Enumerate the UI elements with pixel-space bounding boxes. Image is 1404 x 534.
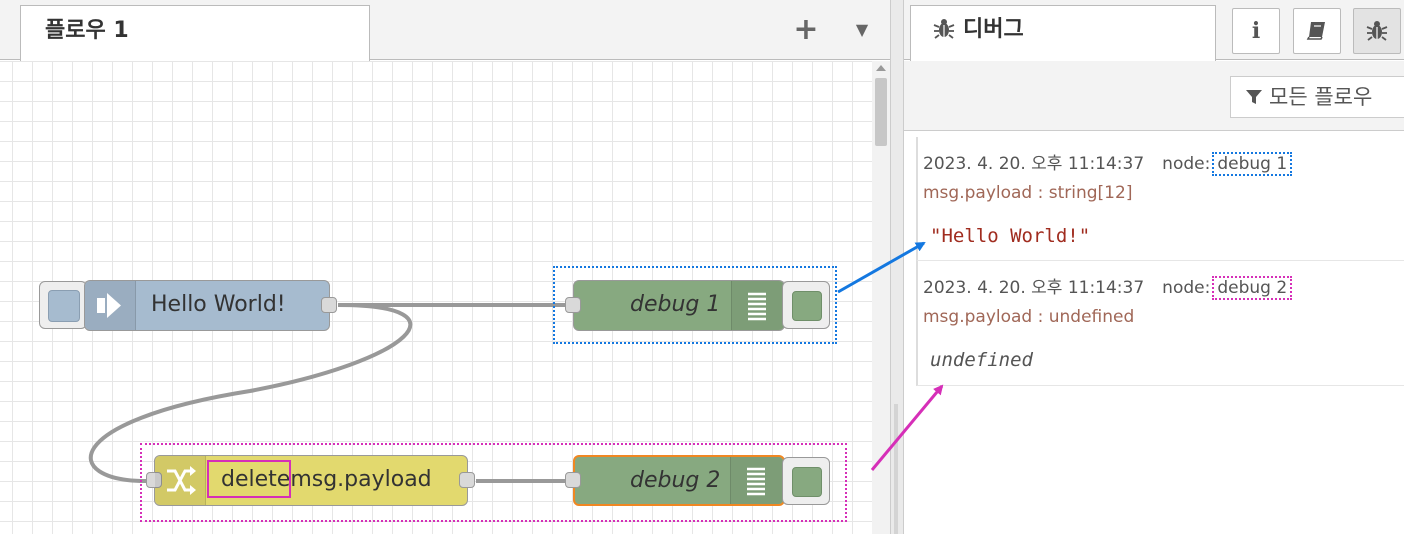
debug2-highlight-box [140, 443, 847, 522]
debug-message-list[interactable]: 2023. 4. 20. 오후 11:14:37 node: debug 1 msg… [904, 131, 1404, 534]
tab-debug[interactable]: 디버그 [910, 5, 1216, 61]
sidebar-resize-handle[interactable] [890, 0, 904, 534]
message-property: msg.payload : string[12] [923, 183, 1133, 203]
bug-icon [933, 19, 955, 39]
filter-icon [1246, 90, 1262, 104]
message-value: undefined [930, 349, 1033, 371]
workspace-tabbar: 플로우 1 + ▼ [0, 0, 890, 61]
sidebar: 디버그 i 모든 플로우 2023. 4. 20. 오후 11:14:37 no… [904, 0, 1404, 534]
debug-tab-button[interactable] [1353, 8, 1401, 54]
inject-output-port[interactable] [321, 297, 337, 313]
help-tab-button[interactable] [1293, 8, 1341, 54]
message-meta: 2023. 4. 20. 오후 11:14:37 node: debug 2 [923, 273, 1293, 300]
scroll-up-arrow-icon[interactable] [876, 65, 886, 71]
info-icon: i [1251, 18, 1261, 44]
inject-trigger-inner [48, 290, 80, 322]
arrow-right-icon [97, 293, 121, 318]
inject-trigger-button[interactable] [39, 281, 87, 329]
message-timestamp: 2023. 4. 20. 오후 11:14:37 [923, 278, 1145, 298]
message-node-label: node: [1162, 278, 1211, 298]
add-flow-button[interactable]: + [788, 12, 824, 48]
sidebar-scroll-grip[interactable] [894, 404, 898, 534]
message-node-label: node: [1162, 154, 1211, 174]
info-tab-button[interactable]: i [1232, 8, 1280, 54]
debug-message[interactable]: 2023. 4. 20. 오후 11:14:37 node: debug 2 msg… [916, 261, 1404, 386]
tab-flow-1[interactable]: 플로우 1 [20, 5, 370, 61]
workspace: 플로우 1 + ▼ Hello World! debug 1 deletemsg… [0, 0, 890, 534]
debug-toolbar: 모든 플로우 [904, 61, 1404, 131]
message-node-name[interactable]: debug 1 [1212, 152, 1293, 176]
sidebar-tabbar: 디버그 i [904, 0, 1404, 61]
debug-message[interactable]: 2023. 4. 20. 오후 11:14:37 node: debug 1 msg… [916, 137, 1404, 261]
filter-label: 모든 플로우 [1269, 85, 1373, 109]
book-icon [1306, 22, 1325, 40]
filter-all-flows-button[interactable]: 모든 플로우 [1230, 76, 1404, 118]
tab-debug-label: 디버그 [963, 17, 1024, 42]
message-property: msg.payload : undefined [923, 307, 1135, 327]
bug-icon [1366, 21, 1388, 41]
message-timestamp: 2023. 4. 20. 오후 11:14:37 [923, 154, 1145, 174]
canvas-vertical-scrollbar[interactable] [872, 61, 890, 534]
message-node-name[interactable]: debug 2 [1212, 276, 1293, 300]
flow-list-dropdown[interactable]: ▼ [844, 12, 880, 48]
tab-flow-1-label: 플로우 1 [45, 18, 129, 43]
chevron-down-icon: ▼ [855, 20, 869, 39]
message-value: "Hello World!" [930, 225, 1091, 247]
plus-icon: + [793, 12, 819, 47]
debug1-highlight-box [553, 266, 837, 344]
inject-node[interactable]: Hello World! [84, 280, 337, 331]
message-meta: 2023. 4. 20. 오후 11:14:37 node: debug 1 [923, 149, 1293, 176]
inject-icon-box [85, 281, 136, 330]
scrollbar-thumb[interactable] [875, 78, 887, 146]
inject-node-label: Hello World! [151, 292, 286, 317]
